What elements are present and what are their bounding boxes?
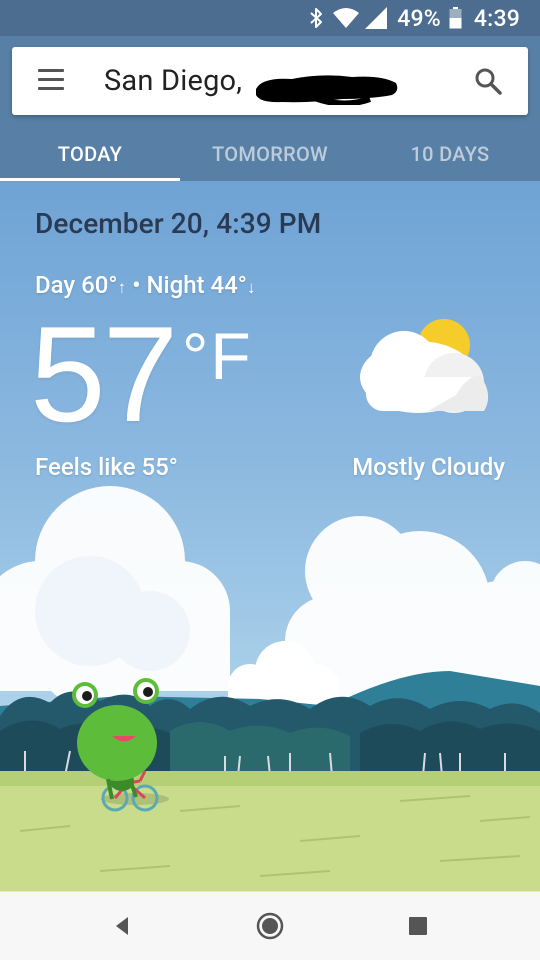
weather-panel: December 20, 4:39 PM Day 60°↑ • Night 44… xyxy=(0,181,540,891)
home-icon[interactable] xyxy=(254,910,286,942)
date-time: December 20, 4:39 PM xyxy=(35,207,322,240)
back-icon[interactable] xyxy=(106,910,138,942)
weather-illustration xyxy=(0,486,540,891)
recents-icon[interactable] xyxy=(402,910,434,942)
tab-today[interactable]: TODAY xyxy=(0,126,180,181)
partly-cloudy-icon xyxy=(360,319,489,413)
feels-like: Feels like 55° xyxy=(35,453,178,481)
day-temp: Day 60° xyxy=(35,271,118,299)
current-temperature: 57 xyxy=(30,298,178,450)
bluetooth-icon xyxy=(309,7,323,29)
arrow-up-icon: ↑ xyxy=(117,278,127,298)
system-nav-bar xyxy=(0,891,540,960)
arrow-down-icon: ↓ xyxy=(246,278,256,298)
status-bar: 49% 4:39 xyxy=(0,0,540,36)
tab-tomorrow[interactable]: TOMORROW xyxy=(180,126,360,181)
battery-icon xyxy=(449,7,462,29)
menu-icon[interactable] xyxy=(38,69,64,91)
wifi-icon xyxy=(333,7,360,29)
app-bar: San Diego, TODAY TOMORROW 10 DAYS xyxy=(0,36,540,181)
separator: • xyxy=(126,271,147,299)
tab-10-days[interactable]: 10 DAYS xyxy=(360,126,540,181)
search-icon[interactable] xyxy=(474,67,502,95)
signal-icon xyxy=(365,7,388,29)
day-night-temps: Day 60°↑ • Night 44°↓ xyxy=(35,271,255,299)
night-temp: Night 44° xyxy=(146,271,247,299)
redaction-mark xyxy=(256,75,398,105)
temperature-unit: °F xyxy=(182,319,253,393)
battery-percent: 49% xyxy=(397,4,441,32)
status-icons: 49% 4:39 xyxy=(309,0,520,36)
location-text[interactable]: San Diego, xyxy=(104,63,242,99)
forecast-tabs: TODAY TOMORROW 10 DAYS xyxy=(0,126,540,181)
status-time: 4:39 xyxy=(473,4,520,32)
search-bar[interactable]: San Diego, xyxy=(12,47,528,115)
weather-app-screen: 49% 4:39 San Diego, TODAY TOMORROW 10 DA… xyxy=(0,0,540,960)
condition-text: Mostly Cloudy xyxy=(352,453,505,481)
